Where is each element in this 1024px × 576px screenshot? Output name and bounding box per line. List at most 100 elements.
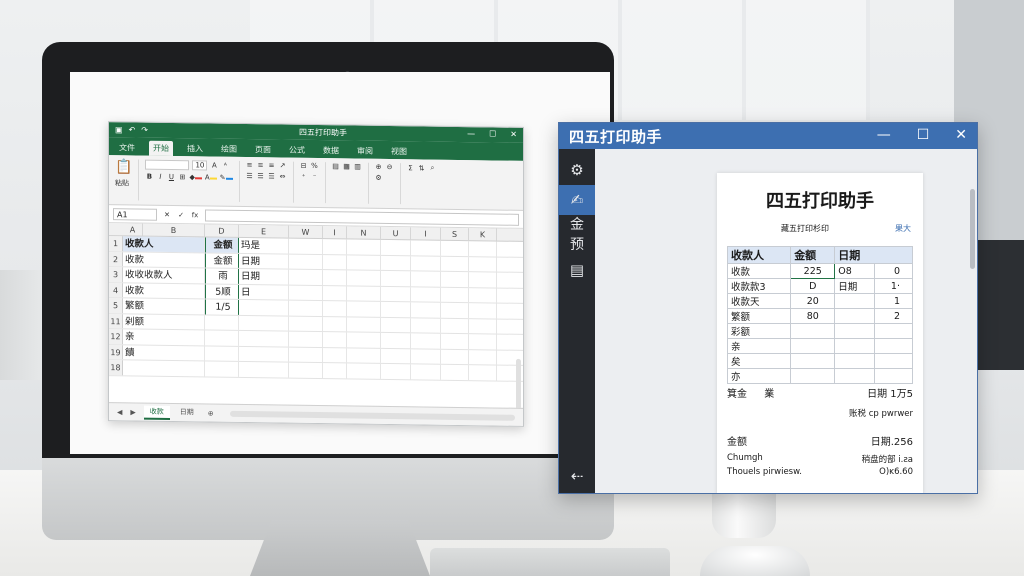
merge-icon[interactable]: ⇔ <box>279 172 287 180</box>
row-number[interactable]: 1 <box>109 236 123 251</box>
align-middle-icon[interactable]: ≡ <box>257 161 265 169</box>
grid-cell[interactable] <box>289 300 323 316</box>
grid-cell[interactable] <box>441 318 469 334</box>
grid-cell[interactable] <box>289 285 323 301</box>
grid-cell[interactable] <box>239 361 289 378</box>
grid-cell[interactable] <box>347 347 381 363</box>
grid-cell[interactable] <box>347 270 381 286</box>
grid-cell[interactable] <box>289 347 323 363</box>
grid-cell[interactable] <box>441 256 469 272</box>
grid-cell[interactable] <box>323 254 347 270</box>
grid-cell[interactable] <box>441 364 469 380</box>
add-sheet-icon[interactable]: ⊕ <box>208 409 214 417</box>
column-header[interactable]: I <box>323 226 347 239</box>
grid-cell[interactable] <box>289 254 323 270</box>
grid-cell[interactable] <box>289 269 323 285</box>
grid-cell[interactable] <box>289 331 323 347</box>
column-header[interactable]: B <box>143 223 205 237</box>
grid-cell[interactable] <box>289 316 323 332</box>
close-icon[interactable]: ✕ <box>510 130 517 139</box>
grid-cell[interactable]: 剁额 <box>123 313 205 330</box>
font-size-select[interactable]: 10 <box>192 160 208 171</box>
grid-cell[interactable]: 收款 <box>123 251 205 268</box>
row-number[interactable]: 2 <box>109 251 123 267</box>
grid-cell[interactable] <box>323 363 347 378</box>
grid-cell[interactable]: 饋 <box>123 344 205 361</box>
tab-3[interactable]: 绘图 <box>217 142 241 157</box>
grid-cell[interactable] <box>381 348 411 364</box>
grid-cell[interactable] <box>469 349 497 365</box>
document-icon[interactable]: ▤ <box>559 255 595 285</box>
grid-cell[interactable]: 日期 <box>239 268 289 285</box>
grid-cell[interactable] <box>469 318 497 334</box>
tab-1[interactable]: 开始 <box>149 140 173 157</box>
grid-cell[interactable] <box>323 316 347 332</box>
grid-cell[interactable] <box>441 287 469 303</box>
increase-decimal-icon[interactable]: ⁺ <box>300 173 308 181</box>
grid-cell[interactable] <box>411 348 441 364</box>
grid-cell[interactable] <box>469 272 497 288</box>
grid-cell[interactable] <box>411 255 441 271</box>
insert-cells-icon[interactable]: ⊕ <box>375 163 383 171</box>
grid-cell[interactable] <box>239 330 289 347</box>
percent-icon[interactable]: % <box>311 162 319 170</box>
paste-icon[interactable]: 📋 <box>115 159 132 175</box>
font-name-select[interactable] <box>145 159 190 171</box>
grid-cell[interactable] <box>347 316 381 332</box>
shrink-font-icon[interactable]: ᴬ <box>221 162 229 170</box>
italic-icon[interactable]: I <box>156 173 164 181</box>
tab-2[interactable]: 插入 <box>183 141 207 156</box>
grid-cell[interactable] <box>347 285 381 301</box>
column-header[interactable]: N <box>347 226 381 239</box>
grid-cell[interactable] <box>289 362 323 378</box>
settings-icon[interactable]: ⚙ <box>559 155 595 185</box>
grid-cell[interactable] <box>323 301 347 316</box>
grid-cell[interactable] <box>381 363 411 379</box>
row-number[interactable]: 18 <box>109 360 123 375</box>
grid-cell[interactable]: 繁额 <box>123 298 205 314</box>
grid-cell[interactable] <box>323 347 347 363</box>
sheet-tab[interactable]: 收款 <box>143 405 170 420</box>
row-number[interactable]: 11 <box>109 313 123 329</box>
row-number[interactable]: 12 <box>109 329 123 344</box>
row-number[interactable]: 5 <box>109 298 123 313</box>
grid-cell[interactable]: 日 <box>239 284 289 300</box>
back-arrow-icon[interactable]: ⇠ <box>559 461 595 491</box>
enter-icon[interactable]: ✓ <box>177 211 185 219</box>
name-box[interactable]: A1 <box>113 207 157 221</box>
column-header[interactable]: W <box>289 225 323 239</box>
grid-cell[interactable] <box>323 270 347 285</box>
undo-icon[interactable]: ↶ <box>129 125 136 134</box>
paste-label[interactable]: 粘贴 <box>115 178 129 188</box>
row-number[interactable]: 4 <box>109 282 123 298</box>
grid-cell[interactable] <box>347 254 381 270</box>
tab-6[interactable]: 数据 <box>319 143 343 158</box>
column-header[interactable]: I <box>411 227 441 240</box>
grid-cell[interactable] <box>441 302 469 318</box>
maximize-icon[interactable]: ☐ <box>489 129 496 138</box>
grid-cell[interactable] <box>411 286 441 302</box>
grid-cell[interactable] <box>289 238 323 254</box>
grid-cell[interactable]: 玛是 <box>239 237 289 254</box>
column-header[interactable]: A <box>123 223 143 236</box>
align-center-icon[interactable]: ☰ <box>257 172 265 180</box>
cell-styles-icon[interactable]: ▥ <box>354 163 362 171</box>
tab-4[interactable]: 页面 <box>251 142 275 157</box>
grid-cell[interactable]: 收收收款人 <box>123 267 205 283</box>
sort-filter-icon[interactable]: ⇅ <box>418 164 426 172</box>
grid-cell[interactable] <box>469 365 497 381</box>
grid-cell[interactable] <box>347 363 381 379</box>
column-header[interactable]: D <box>205 224 239 237</box>
grid-cell[interactable] <box>381 332 411 348</box>
edit-pen-icon[interactable]: ✍ <box>559 185 595 215</box>
grid-cell[interactable] <box>411 271 441 287</box>
close-icon[interactable]: ✕ <box>955 127 967 143</box>
grid-cell[interactable] <box>469 241 497 257</box>
grid-cell[interactable] <box>441 240 469 256</box>
find-icon[interactable]: ⌕ <box>429 164 437 173</box>
tab-5[interactable]: 公式 <box>285 143 309 158</box>
grid-cell[interactable] <box>239 299 289 316</box>
grid-cell[interactable] <box>205 314 239 330</box>
grid-cell[interactable] <box>381 301 411 317</box>
grid-cell[interactable] <box>123 360 205 376</box>
